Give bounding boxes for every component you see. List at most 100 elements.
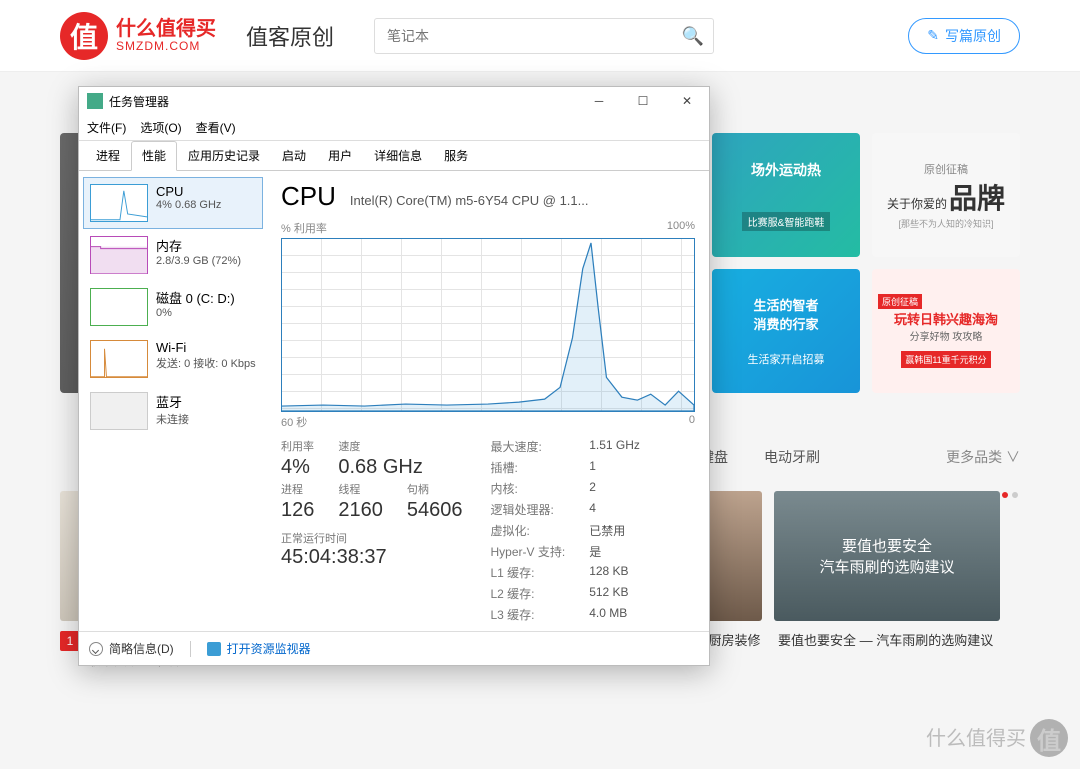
spec-label: 虚拟化:	[491, 522, 566, 539]
spec-value: 4	[589, 501, 640, 518]
card-tag: 原创征稿	[924, 161, 968, 177]
spec-value: 是	[589, 543, 640, 560]
titlebar[interactable]: 任务管理器 ─ ☐ ✕	[79, 87, 709, 115]
section-title: 值客原创	[246, 20, 334, 52]
spec-value: 2	[589, 480, 640, 497]
sidebar-value: 0%	[156, 307, 235, 319]
sidebar-label: Wi-Fi	[156, 340, 256, 355]
memory-thumb-icon	[90, 236, 148, 274]
watermark-text: 什么值得买	[926, 722, 1026, 751]
article-card[interactable]: 要值也要安全汽车雨刷的选购建议 要值也要安全 — 汽车雨刷的选购建议	[774, 491, 1000, 670]
tab-performance[interactable]: 性能	[131, 141, 177, 171]
pencil-icon: ✎	[927, 27, 939, 44]
card-text: 关于你爱的	[887, 195, 947, 212]
spec-label: L3 缓存:	[491, 606, 566, 623]
cpu-specs: 最大速度:1.51 GHz 插槽:1 内核:2 逻辑处理器:4 虚拟化:已禁用 …	[491, 438, 640, 623]
promo-card-haitao[interactable]: 原创征稿 玩转日韩兴趣海淘 分享好物 攻攻略 赢韩国11重千元积分	[872, 269, 1020, 393]
card-text: 生活的智者	[753, 295, 818, 314]
write-article-button[interactable]: ✎ 写篇原创	[908, 18, 1020, 54]
promo-card-life[interactable]: 生活的智者 消费的行家 生活家开启招募	[712, 269, 860, 393]
task-manager-window: 任务管理器 ─ ☐ ✕ 文件(F) 选项(O) 查看(V) 进程 性能 应用历史…	[78, 86, 710, 666]
sidebar-label: 蓝牙	[156, 392, 189, 411]
spec-value: 4.0 MB	[589, 606, 640, 623]
article-title: 要值也要安全 — 汽车雨刷的选购建议	[778, 631, 993, 651]
sidebar-value: 4% 0.68 GHz	[156, 199, 221, 211]
graph-ymax: 100%	[667, 220, 695, 236]
sidebar-item-cpu[interactable]: CPU4% 0.68 GHz	[83, 177, 263, 229]
monitor-icon	[207, 642, 221, 656]
card-tag: 原创征稿	[878, 294, 922, 309]
spec-label: L2 缓存:	[491, 585, 566, 602]
spec-value: 1	[589, 459, 640, 476]
tab-app-history[interactable]: 应用历史记录	[177, 141, 271, 171]
maximize-button[interactable]: ☐	[621, 87, 665, 115]
fewer-details-button[interactable]: 简略信息(D)	[89, 640, 174, 657]
menu-file[interactable]: 文件(F)	[87, 119, 126, 136]
spec-value: 512 KB	[589, 585, 640, 602]
stat-label-handle: 句柄	[407, 481, 463, 497]
tab-services[interactable]: 服务	[433, 141, 479, 171]
stat-label-thread: 线程	[338, 481, 383, 497]
graph-xlabel-left: 60 秒	[281, 414, 307, 430]
category-more[interactable]: 更多品类 ∨	[946, 447, 1020, 467]
cpu-thumb-icon	[90, 184, 148, 222]
promo-card-brand[interactable]: 原创征稿 关于你爱的 品牌 [那些不为人知的冷知识]	[872, 133, 1020, 257]
cpu-model: Intel(R) Core(TM) m5-6Y54 CPU @ 1.1...	[350, 193, 589, 208]
category-toothbrush[interactable]: 电动牙刷	[764, 447, 820, 467]
spec-label: 逻辑处理器:	[491, 501, 566, 518]
graph-ylabel: % 利用率	[281, 220, 327, 236]
collapse-label: 简略信息(D)	[109, 640, 174, 657]
spec-value: 128 KB	[589, 564, 640, 581]
logo-icon: 值	[60, 12, 108, 60]
search-icon[interactable]: 🔍	[682, 26, 704, 47]
open-resource-monitor-link[interactable]: 打开资源监视器	[207, 640, 311, 657]
spec-value: 1.51 GHz	[589, 438, 640, 455]
rank-badge: 1	[60, 631, 80, 651]
sidebar-item-bluetooth[interactable]: 蓝牙未连接	[83, 385, 263, 437]
stat-label-uptime: 正常运行时间	[281, 530, 463, 546]
card-text: 赢韩国11重千元积分	[901, 351, 990, 368]
sidebar-item-disk[interactable]: 磁盘 0 (C: D:)0%	[83, 281, 263, 333]
spec-label: Hyper-V 支持:	[491, 543, 566, 560]
performance-main: CPU Intel(R) Core(TM) m5-6Y54 CPU @ 1.1.…	[267, 171, 709, 631]
site-logo[interactable]: 值 什么值得买SMZDM.COM	[60, 12, 216, 60]
card-sub: [那些不为人知的冷知识]	[898, 217, 993, 230]
cpu-utilization-chart[interactable]	[281, 238, 695, 412]
card-text: 分享好物 攻攻略	[910, 328, 983, 343]
sidebar-item-wifi[interactable]: Wi-Fi发送: 0 接收: 0 Kbps	[83, 333, 263, 385]
site-header: 值 什么值得买SMZDM.COM 值客原创 🔍 ✎ 写篇原创	[0, 0, 1080, 72]
sidebar-label: 磁盘 0 (C: D:)	[156, 288, 235, 307]
wifi-thumb-icon	[90, 340, 148, 378]
stat-label-util: 利用率	[281, 438, 314, 454]
spec-value: 已禁用	[589, 522, 640, 539]
tab-details[interactable]: 详细信息	[363, 141, 433, 171]
window-title: 任务管理器	[109, 93, 577, 110]
task-manager-footer: 简略信息(D) 打开资源监视器	[79, 631, 709, 665]
tab-startup[interactable]: 启动	[271, 141, 317, 171]
article-thumb: 要值也要安全汽车雨刷的选购建议	[774, 491, 1000, 621]
menu-view[interactable]: 查看(V)	[196, 119, 236, 136]
stat-label-speed: 速度	[338, 438, 383, 454]
tab-bar: 进程 性能 应用历史记录 启动 用户 详细信息 服务	[79, 141, 709, 171]
tab-processes[interactable]: 进程	[85, 141, 131, 171]
graph-xlabel-right: 0	[689, 414, 695, 430]
sidebar-value: 未连接	[156, 411, 189, 427]
sidebar-label: CPU	[156, 184, 221, 199]
sidebar-item-memory[interactable]: 内存2.8/3.9 GB (72%)	[83, 229, 263, 281]
menu-options[interactable]: 选项(O)	[140, 119, 181, 136]
close-button[interactable]: ✕	[665, 87, 709, 115]
search-input[interactable]	[374, 18, 714, 54]
stat-val-thread: 2160	[338, 499, 383, 522]
carousel-dots[interactable]	[1000, 487, 1020, 501]
promo-card-sports[interactable]: 场外运动热 比赛服&智能跑鞋	[712, 133, 860, 257]
separator	[190, 641, 191, 657]
cpu-heading: CPU	[281, 181, 336, 212]
stat-val-speed: 0.68 GHz	[338, 456, 462, 479]
minimize-button[interactable]: ─	[577, 87, 621, 115]
tab-users[interactable]: 用户	[317, 141, 363, 171]
write-btn-label: 写篇原创	[945, 26, 1001, 46]
resmon-label: 打开资源监视器	[227, 640, 311, 657]
spec-label: 内核:	[491, 480, 566, 497]
sidebar-value: 2.8/3.9 GB (72%)	[156, 255, 241, 267]
search-box: 🔍	[374, 18, 714, 54]
